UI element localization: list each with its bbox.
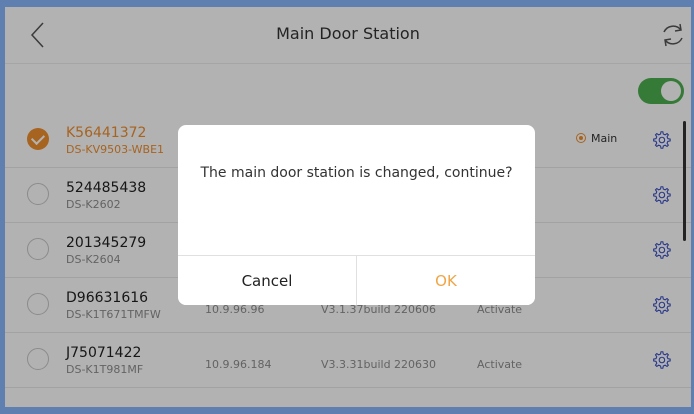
cancel-button[interactable]: Cancel: [178, 256, 357, 305]
ok-button[interactable]: OK: [357, 256, 535, 305]
dialog-button-row: Cancel OK: [178, 255, 535, 305]
app-frame: Main Door Station K56441372 DS-KV9503-WB…: [0, 0, 694, 414]
dialog-message: The main door station is changed, contin…: [200, 165, 513, 181]
confirm-dialog: The main door station is changed, contin…: [178, 125, 535, 305]
screen: Main Door Station K56441372 DS-KV9503-WB…: [5, 7, 691, 407]
